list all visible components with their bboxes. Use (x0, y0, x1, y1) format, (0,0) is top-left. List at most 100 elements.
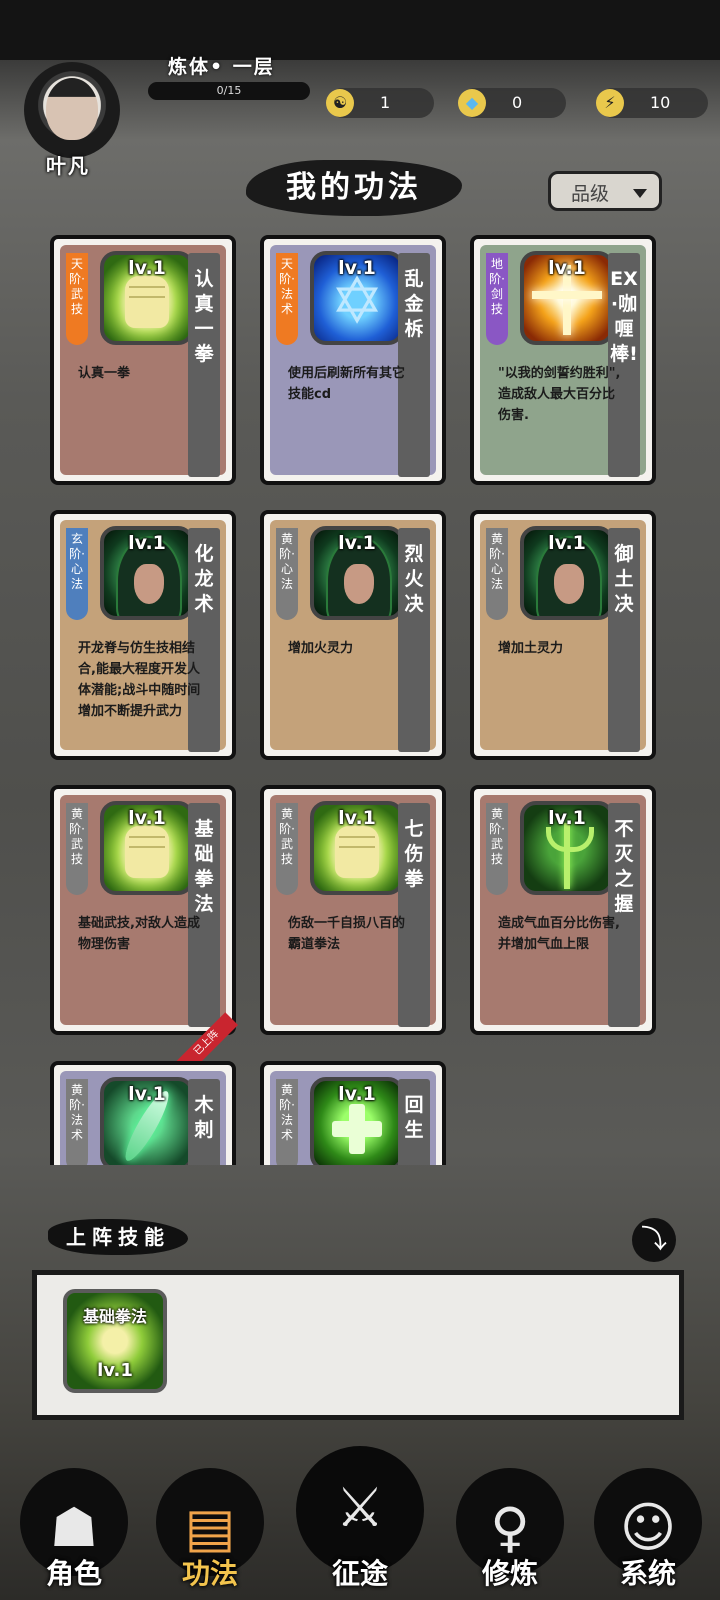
skill-card[interactable]: 黄阶·心法 lv.1 御土决增加土灵力 (470, 510, 656, 760)
skill-name-column: 回生 (398, 1079, 430, 1165)
nav-character[interactable]: ☗ 角色 (16, 1452, 132, 1592)
skill-card[interactable]: 黄阶·法术 lv.1 回生 (260, 1061, 446, 1165)
trident-icon (546, 823, 594, 889)
skill-card[interactable]: 黄阶·心法 lv.1 烈火决 增加火灵力 (260, 510, 446, 760)
fist-icon (335, 825, 379, 878)
skill-card-body: 黄阶·法术 lv.1 木刺 (60, 1071, 226, 1165)
skill-card-body: 黄阶·法术 lv.1 回生 (270, 1071, 436, 1165)
skill-description: 增加土灵力 (498, 641, 564, 656)
skill-card[interactable]: 黄阶·武技 lv.1 不灭之握 造成气血百分比伤害,并增加气血上限 (470, 785, 656, 1035)
arrow-down-icon[interactable]: ⤵ (632, 1218, 676, 1262)
nav-journey[interactable]: ⚔ 征途 (292, 1422, 428, 1600)
skill-icon: lv.1 (310, 1077, 404, 1165)
player-name: 叶凡 (46, 154, 90, 178)
skill-level: lv.1 (128, 1083, 166, 1105)
nav-label: 征途 (331, 1557, 388, 1590)
skill-icon: lv.1 (100, 801, 194, 895)
lineup-slot[interactable]: 基础拳法 lv.1 (63, 1289, 167, 1393)
skill-grade-tag: 天阶·武技 (66, 253, 88, 345)
star-icon: ✡ (330, 265, 384, 340)
skill-card-body: 天阶·武技 lv.1 认真一拳 认真一拳 (60, 245, 226, 477)
skill-name: 基础拳法 (194, 818, 214, 915)
skill-card-body: 黄阶·武技 lv.1 七伤拳伤敌一千自损八百的霸道拳法 (270, 795, 436, 1027)
nav-label: 功法 (181, 1557, 238, 1590)
resource-yin-yang: ☯ 1 (326, 88, 434, 118)
nav-cultivate[interactable]: ♀ 修炼 (452, 1452, 568, 1592)
skill-description: 使用后刷新所有其它技能cd (288, 366, 406, 402)
skill-icon: lv.1 (520, 251, 614, 345)
skill-card[interactable]: 黄阶·武技 lv.1 基础拳法 基础武技,对敌人造成物理伤害 已上阵 (50, 785, 238, 1075)
yin-yang-icon: ☯ (326, 89, 354, 117)
skill-grid[interactable]: 天阶·武技 lv.1 认真一拳 认真一拳 天阶·法术 ✡ lv.1 乱金柝 使用后刷新所有其它技… (0, 232, 720, 1165)
skill-name: EX·咖喱棒! (610, 268, 638, 365)
crystal-icon: ◆ (458, 89, 486, 117)
player-avatar[interactable] (24, 62, 120, 158)
top-bar (0, 0, 720, 60)
skill-level: lv.1 (128, 807, 166, 829)
nav-label: 角色 (45, 1557, 102, 1590)
exp-progress-bar: 0/15 (148, 82, 310, 100)
skill-name-column: 木刺 (188, 1079, 220, 1165)
skill-card-body: 黄阶·心法 lv.1 烈火决 增加火灵力 (270, 520, 436, 752)
skill-card-body: 天阶·法术 ✡ lv.1 乱金柝使用后刷新所有其它技能cd (270, 245, 436, 477)
fist-icon (125, 825, 169, 878)
skill-card-body: 黄阶·武技 lv.1 不灭之握 造成气血百分比伤害,并增加气血上限 (480, 795, 646, 1027)
avatar-face (46, 78, 98, 140)
skill-name: 木刺 (194, 1094, 214, 1141)
nav-label: 系统 (619, 1557, 676, 1590)
skill-description: "以我的剑誓约胜利",造成敌人最大百分比伤害. (498, 366, 621, 423)
skill-icon: lv.1 (310, 526, 404, 620)
skill-card-body: 黄阶·心法 lv.1 御土决增加土灵力 (480, 520, 646, 752)
skill-name: 化龙术 (194, 543, 214, 615)
skill-grade-tag: 黄阶·武技 (66, 803, 88, 895)
lineup-title: 上阵技能 (48, 1219, 188, 1255)
skill-name: 烈火决 (404, 543, 424, 615)
skill-card-body: 玄阶·心法 lv.1 化龙术 开龙脊与仿生技相结合,能最大程度开发人体潜能;战斗中随时… (60, 520, 226, 752)
skill-card[interactable]: 黄阶·法术 lv.1 木刺 (50, 1061, 236, 1165)
plus-icon (332, 1104, 382, 1155)
skill-grade-tag: 地阶·剑技 (486, 253, 508, 345)
skill-description: 增加火灵力 (288, 641, 354, 656)
skill-name: 不灭之握 (614, 818, 634, 915)
skill-card[interactable]: 地阶·剑技 lv.1 EX·咖喱棒! "以我的剑誓约胜利",造成敌人最大百分比伤害. (470, 235, 656, 485)
skill-grade-tag: 玄阶·心法 (66, 528, 88, 620)
skill-level: lv.1 (128, 532, 166, 554)
skill-level: lv.1 (548, 532, 586, 554)
skill-card[interactable]: 天阶·武技 lv.1 认真一拳 认真一拳 (50, 235, 236, 485)
sort-by-grade-dropdown[interactable]: 品级 (548, 171, 662, 211)
skill-name: 乱金柝 (404, 268, 424, 340)
bottom-nav: ☗ 角色 ▤ 功法 ⚔ 征途 ♀ 修炼 ☺ 系统 (0, 1422, 720, 1600)
skill-level: lv.1 (338, 1083, 376, 1105)
nav-skills[interactable]: ▤ 功法 (152, 1452, 268, 1592)
resource-value: 1 (380, 93, 391, 112)
skill-name: 回生 (404, 1094, 424, 1141)
skill-card[interactable]: 玄阶·心法 lv.1 化龙术 开龙脊与仿生技相结合,能最大程度开发人体潜能;战斗中随时… (50, 510, 236, 760)
skill-icon: ✡ lv.1 (310, 251, 404, 345)
skill-icon: lv.1 (520, 526, 614, 620)
skill-icon: lv.1 (100, 1077, 194, 1165)
skill-name: 七伤拳 (404, 818, 424, 890)
skill-grade-tag: 黄阶·法术 (276, 1079, 298, 1165)
skill-name: 御土决 (614, 543, 634, 615)
skill-icon: lv.1 (100, 251, 194, 345)
skill-description: 认真一拳 (78, 366, 131, 381)
lineup-slot-level: lv.1 (97, 1360, 133, 1381)
page-title: 我的功法 (246, 160, 462, 216)
skill-grade-tag: 黄阶·武技 (276, 803, 298, 895)
resource-value: 10 (650, 93, 671, 112)
nav-system[interactable]: ☺ 系统 (590, 1452, 706, 1592)
skill-card[interactable]: 黄阶·武技 lv.1 七伤拳伤敌一千自损八百的霸道拳法 (260, 785, 446, 1035)
skill-grade-tag: 黄阶·心法 (486, 528, 508, 620)
skill-level: lv.1 (128, 257, 166, 279)
skill-grade-tag: 天阶·法术 (276, 253, 298, 345)
resource-value: 0 (512, 93, 523, 112)
skill-card[interactable]: 天阶·法术 ✡ lv.1 乱金柝使用后刷新所有其它技能cd (260, 235, 446, 485)
lineup-panel: 基础拳法 lv.1 (32, 1270, 684, 1420)
skill-grade-tag: 黄阶·武技 (486, 803, 508, 895)
skill-name: 认真一拳 (194, 268, 214, 365)
skill-description: 伤敌一千自损八百的霸道拳法 (288, 916, 406, 952)
skill-icon: lv.1 (310, 801, 404, 895)
skill-card-body: 地阶·剑技 lv.1 EX·咖喱棒! "以我的剑誓约胜利",造成敌人最大百分比伤害. (480, 245, 646, 477)
skill-card-body: 黄阶·武技 lv.1 基础拳法 基础武技,对敌人造成物理伤害 (60, 795, 226, 1027)
lineup-slot-name: 基础拳法 (82, 1307, 147, 1326)
